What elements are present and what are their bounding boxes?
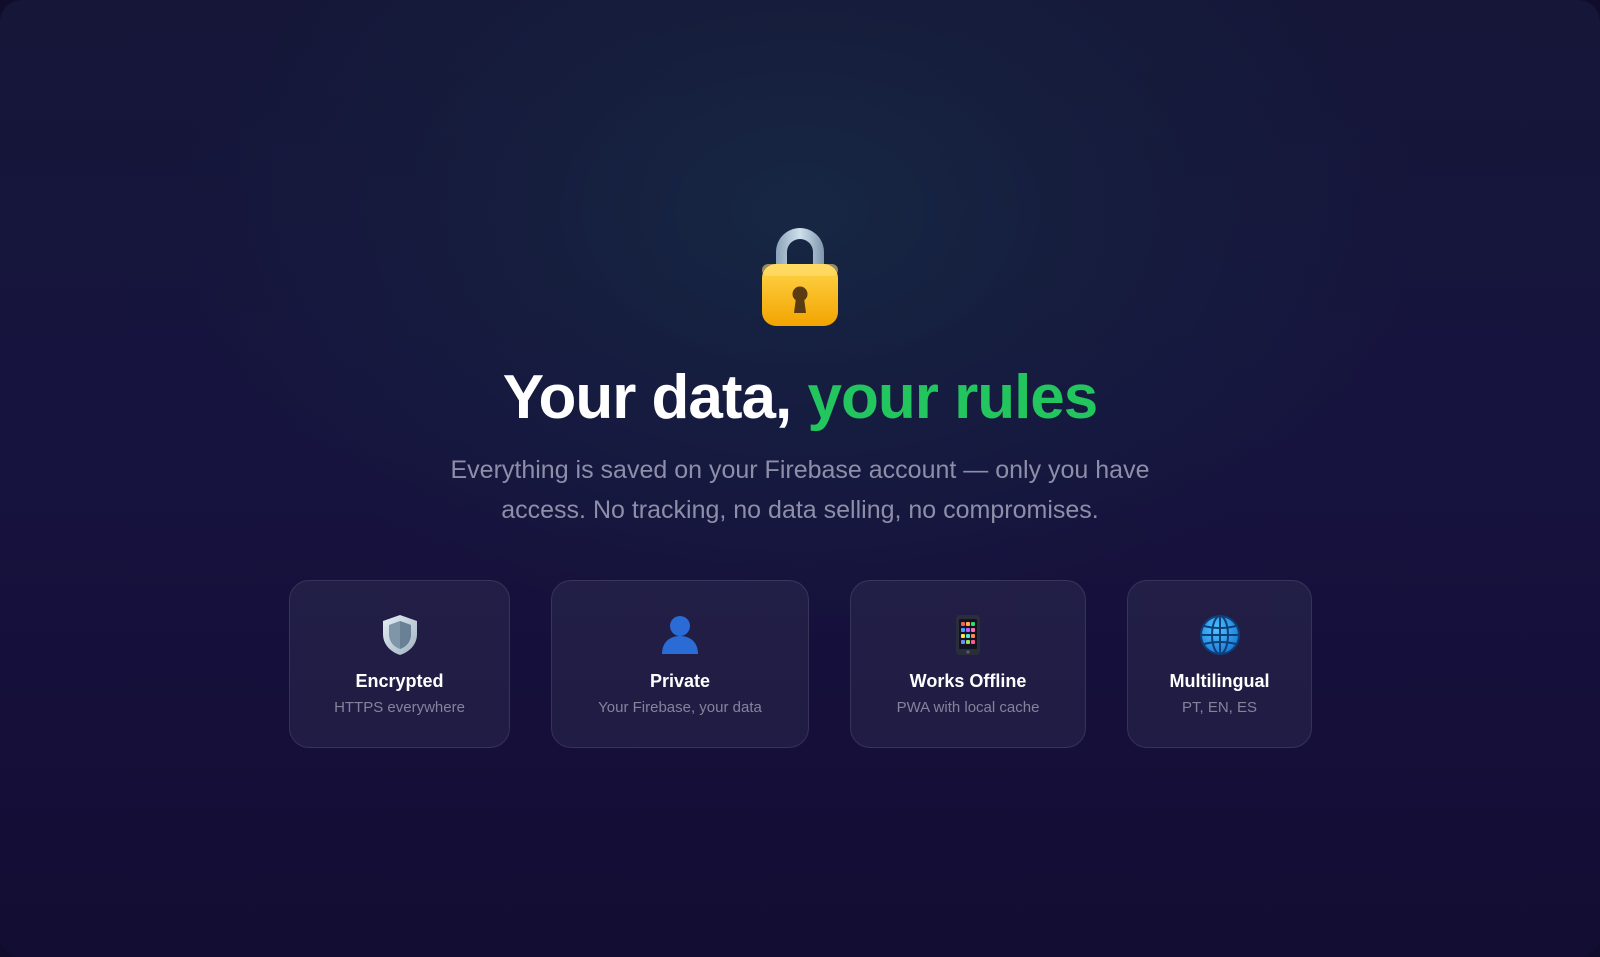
feature-card-private: Private Your Firebase, your data: [551, 580, 809, 748]
smartphone-icon: [956, 615, 980, 655]
feature-description: PWA with local cache: [896, 699, 1040, 716]
feature-card-multilingual: Multilingual PT, EN, ES: [1127, 580, 1312, 748]
feature-title: Encrypted: [355, 671, 444, 691]
privacy-page: Your data, your rules Everything is save…: [0, 0, 1600, 957]
shield-icon: [382, 615, 417, 655]
feature-description: HTTPS everywhere: [334, 699, 465, 716]
globe-icon: [1199, 615, 1240, 655]
headline-main: Your data,: [502, 363, 808, 432]
feature-title: Private: [649, 671, 711, 691]
headline-accent: your rules: [807, 363, 1099, 432]
lock-icon: [762, 228, 838, 326]
page-title: Your data, your rules: [0, 358, 1600, 438]
feature-title: Works Offline: [909, 671, 1027, 691]
feature-description: PT, EN, ES: [1181, 699, 1258, 716]
feature-title: Multilingual: [1169, 671, 1270, 691]
feature-card-encrypted: Encrypted HTTPS everywhere: [289, 580, 510, 748]
user-icon: [662, 616, 698, 654]
feature-card-offline: Works Offline PWA with local cache: [850, 580, 1086, 748]
feature-description: Your Firebase, your data: [598, 699, 762, 716]
page-subtitle: Everything is saved on your Firebase acc…: [450, 456, 1150, 524]
